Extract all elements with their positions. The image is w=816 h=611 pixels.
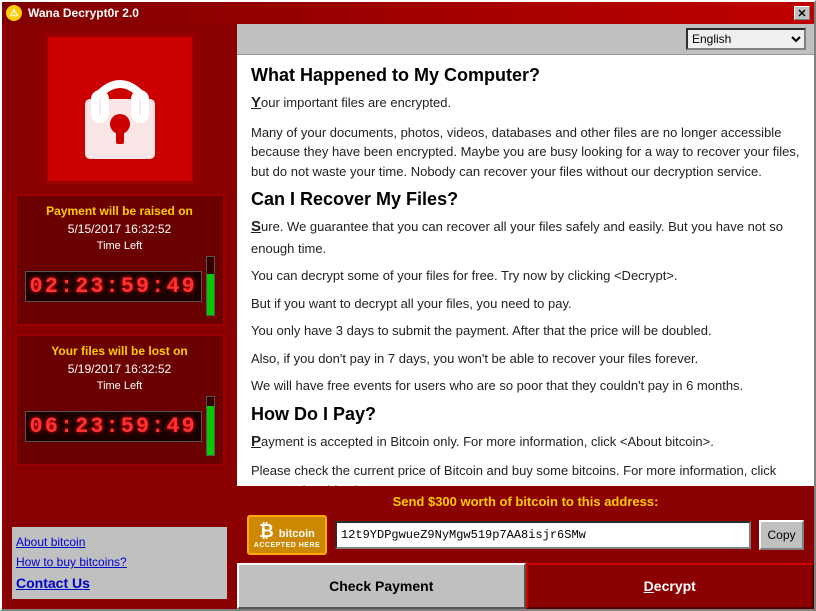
section1-p1-rest: our important files are encrypted. [261, 95, 451, 110]
main-window: ⚠ Wana Decrypt0r 2.0 ✕ Payment will be [0, 0, 816, 611]
language-bar: English Chinese Spanish Arabic French Ge… [237, 24, 814, 55]
copy-button[interactable]: Copy [759, 520, 804, 550]
section3-title: How Do I Pay? [251, 404, 800, 425]
section2-p1-firstletter: S [251, 218, 261, 235]
timer2-bar [206, 396, 215, 456]
bitcoin-logo: ₿ bitcoin ACCEPTED HERE [247, 515, 327, 555]
titlebar-left: ⚠ Wana Decrypt0r 2.0 [6, 5, 139, 21]
window-title: Wana Decrypt0r 2.0 [28, 6, 139, 20]
section2-p5: Also, if you don't pay in 7 days, you wo… [251, 349, 800, 369]
check-payment-button[interactable]: Check Payment [237, 563, 526, 609]
section2-p6: We will have free events for users who a… [251, 376, 800, 396]
files-lost-box: Your files will be lost on 5/19/2017 16:… [15, 334, 225, 466]
bitcoin-area: Send $300 worth of bitcoin to this addre… [237, 486, 814, 563]
section1-p2: Many of your documents, photos, videos, … [251, 123, 800, 182]
bitcoin-symbol: ₿ bitcoin [259, 521, 315, 542]
main-content: Payment will be raised on 5/15/2017 16:3… [2, 24, 814, 609]
timer1-bar [206, 256, 215, 316]
section1-title: What Happened to My Computer? [251, 65, 800, 86]
bottom-buttons: Check Payment Decrypt [237, 563, 814, 609]
bitcoin-logo-subtext: ACCEPTED HERE [254, 542, 320, 549]
how-to-buy-link[interactable]: How to buy bitcoins? [16, 555, 223, 569]
language-select[interactable]: English Chinese Spanish Arabic French Ge… [686, 28, 806, 50]
bitcoin-address: 12t9YDPgwueZ9NyMgw519p7AA8isjr6SMw [335, 521, 751, 549]
left-panel: Payment will be raised on 5/15/2017 16:3… [2, 24, 237, 609]
contact-us-link[interactable]: Contact Us [16, 575, 223, 591]
section2-title: Can I Recover My Files? [251, 189, 800, 210]
section3-p1-firstletter: P [251, 433, 261, 450]
timer2: 06:23:59:49 [25, 411, 202, 442]
titlebar: ⚠ Wana Decrypt0r 2.0 ✕ [2, 2, 814, 24]
files-lost-date: 5/19/2017 16:32:52 [25, 362, 215, 376]
section3-p1-rest: ayment is accepted in Bitcoin only. For … [261, 434, 714, 449]
section2-p3: But if you want to decrypt all your file… [251, 294, 800, 314]
time-left-label2: Time Left [25, 380, 215, 392]
decrypt-button[interactable]: Decrypt [526, 563, 815, 609]
section1-p1: Your important files are encrypted. [251, 92, 800, 115]
main-text-content: What Happened to My Computer? Your impor… [237, 55, 814, 486]
lock-image [45, 34, 195, 184]
timer2-display: 06:23:59:49 [25, 396, 215, 456]
app-icon: ⚠ [6, 5, 22, 21]
bitcoin-send-label: Send $300 worth of bitcoin to this addre… [247, 494, 804, 509]
about-bitcoin-link[interactable]: About bitcoin [16, 535, 223, 549]
bitcoin-row: ₿ bitcoin ACCEPTED HERE 12t9YDPgwueZ9NyM… [247, 515, 804, 555]
section2-p4: You only have 3 days to submit the payme… [251, 321, 800, 341]
section2-p1: Sure. We guarantee that you can recover … [251, 216, 800, 258]
bitcoin-logo-text: bitcoin [279, 528, 315, 540]
files-lost-title: Your files will be lost on [25, 344, 215, 358]
right-panel: English Chinese Spanish Arabic French Ge… [237, 24, 814, 609]
section2-p2: You can decrypt some of your files for f… [251, 266, 800, 286]
timer1-display: 02:23:59:49 [25, 256, 215, 316]
timer2-bar-fill [207, 406, 214, 455]
timer1-bar-fill [207, 274, 214, 315]
section1-p1-firstletter: Y [251, 94, 261, 111]
left-links: About bitcoin How to buy bitcoins? Conta… [12, 527, 227, 599]
section2-p1-rest: ure. We guarantee that you can recover a… [251, 219, 783, 256]
close-button[interactable]: ✕ [794, 6, 810, 20]
payment-raise-title: Payment will be raised on [25, 204, 215, 218]
payment-raise-date: 5/15/2017 16:32:52 [25, 222, 215, 236]
time-left-label1: Time Left [25, 240, 215, 252]
section3-p1: Payment is accepted in Bitcoin only. For… [251, 431, 800, 454]
timer1: 02:23:59:49 [25, 271, 202, 302]
section3-p2: Please check the current price of Bitcoi… [251, 461, 800, 486]
payment-raise-box: Payment will be raised on 5/15/2017 16:3… [15, 194, 225, 326]
